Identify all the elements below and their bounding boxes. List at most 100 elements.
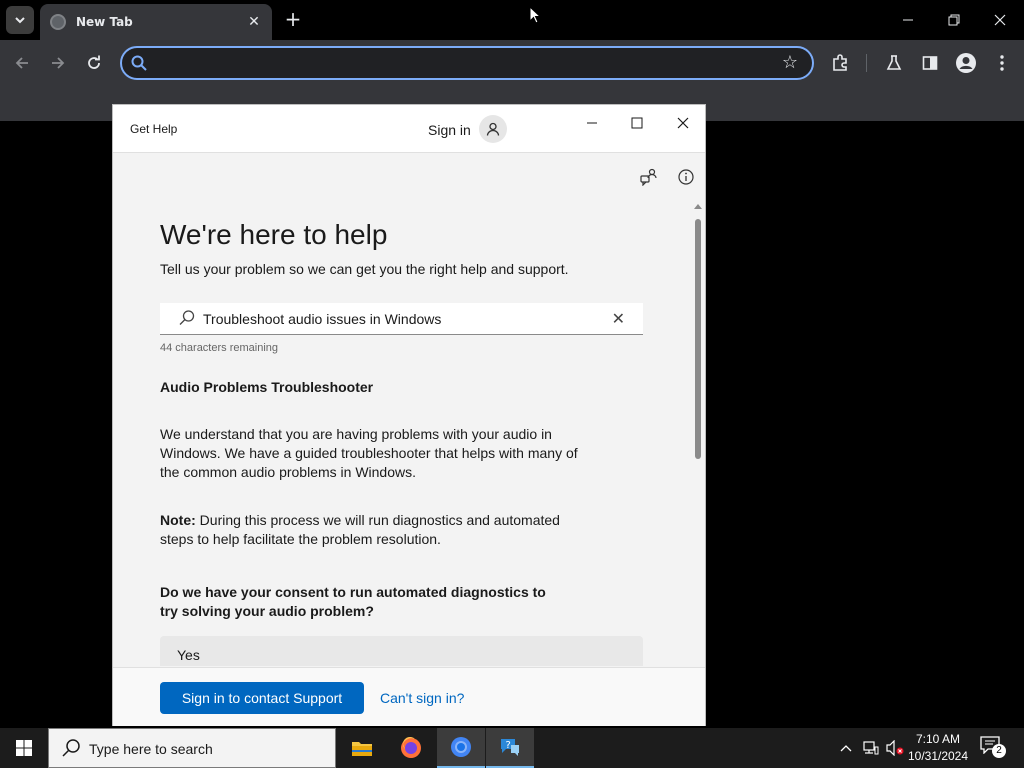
chat-people-icon bbox=[640, 168, 657, 186]
scroll-up-arrow-icon[interactable] bbox=[694, 203, 702, 209]
firefox-icon bbox=[401, 737, 421, 758]
network-tray-icon[interactable] bbox=[861, 738, 881, 758]
close-icon bbox=[677, 117, 689, 129]
info-icon bbox=[678, 169, 694, 185]
profile-avatar-icon bbox=[956, 53, 976, 73]
mouse-cursor-icon bbox=[529, 6, 541, 24]
maximize-icon bbox=[631, 117, 643, 129]
address-bar[interactable]: ☆ bbox=[120, 46, 814, 80]
problem-search-field[interactable]: Troubleshoot audio issues in Windows ✕ bbox=[160, 303, 643, 335]
back-button[interactable] bbox=[8, 49, 36, 77]
scrollbar-thumb[interactable] bbox=[695, 219, 701, 459]
chevron-up-icon bbox=[840, 745, 852, 752]
community-button[interactable] bbox=[637, 165, 661, 189]
help-footer: Sign in to contact Support Can't sign in… bbox=[113, 667, 705, 726]
start-button[interactable] bbox=[0, 728, 48, 768]
side-panel-icon bbox=[922, 56, 938, 70]
note-paragraph: Note: During this process we will run di… bbox=[160, 511, 590, 549]
page-subtitle: Tell us your problem so we can get you t… bbox=[160, 261, 569, 277]
maximize-button[interactable] bbox=[625, 111, 649, 135]
browser-minimize-button[interactable] bbox=[885, 0, 931, 40]
tab-title: New Tab bbox=[76, 15, 133, 29]
flask-icon bbox=[886, 55, 902, 70]
help-content: We're here to help Tell us your problem … bbox=[160, 217, 650, 666]
side-panel-button[interactable] bbox=[916, 49, 944, 77]
search-icon bbox=[61, 738, 81, 762]
bookmark-star-icon[interactable]: ☆ bbox=[782, 52, 798, 73]
arrow-left-icon bbox=[15, 57, 28, 69]
consent-question: Do we have your consent to run automated… bbox=[160, 584, 546, 619]
taskbar-search-box[interactable]: Type here to search bbox=[48, 728, 336, 768]
content-scrollbar[interactable] bbox=[693, 201, 703, 725]
browser-toolbar: ☆ bbox=[0, 40, 1024, 86]
page-title: We're here to help bbox=[160, 219, 388, 250]
extensions-button[interactable] bbox=[826, 49, 854, 77]
svg-text:?: ? bbox=[506, 740, 511, 751]
clear-search-icon[interactable]: ✕ bbox=[612, 309, 625, 329]
browser-close-button[interactable] bbox=[977, 0, 1023, 40]
volume-tray-icon[interactable] bbox=[885, 738, 905, 758]
close-icon bbox=[994, 14, 1006, 26]
windows-logo-icon bbox=[16, 740, 32, 756]
browser-menu-button[interactable] bbox=[988, 49, 1016, 77]
yes-option-button[interactable]: Yes bbox=[160, 636, 643, 666]
yes-option-label: Yes bbox=[177, 647, 200, 663]
taskbar-clock[interactable]: 7:10 AM 10/31/2024 bbox=[906, 731, 970, 765]
arrow-right-icon bbox=[52, 57, 65, 69]
minimize-button[interactable] bbox=[580, 111, 604, 135]
note-label: Note: bbox=[160, 512, 196, 528]
restore-icon bbox=[948, 14, 960, 26]
labs-button[interactable] bbox=[880, 49, 908, 77]
new-tab-button[interactable]: + bbox=[282, 8, 304, 32]
clock-date: 10/31/2024 bbox=[907, 749, 969, 763]
search-icon bbox=[178, 309, 196, 332]
notification-count-badge: 2 bbox=[992, 744, 1006, 758]
person-icon bbox=[486, 122, 500, 136]
info-button[interactable] bbox=[674, 165, 698, 189]
close-button[interactable] bbox=[671, 111, 695, 135]
windows-taskbar: Type here to search ? 7:10 AM 10/31/2024… bbox=[0, 728, 1024, 768]
account-avatar[interactable] bbox=[479, 115, 507, 143]
reload-icon bbox=[88, 55, 100, 69]
get-help-app[interactable]: ? bbox=[486, 728, 534, 768]
cant-sign-in-link[interactable]: Can't sign in? bbox=[380, 690, 464, 706]
browser-tabstrip: New Tab ✕ + bbox=[0, 0, 1024, 40]
file-explorer-app[interactable] bbox=[338, 728, 386, 768]
search-query-text[interactable]: Troubleshoot audio issues in Windows bbox=[203, 311, 441, 327]
forward-button[interactable] bbox=[44, 49, 72, 77]
browser-restore-button[interactable] bbox=[931, 0, 977, 40]
taskbar-search-placeholder: Type here to search bbox=[89, 741, 213, 757]
address-input[interactable] bbox=[156, 52, 756, 74]
toolbar-divider bbox=[866, 54, 867, 72]
show-hidden-icons-button[interactable] bbox=[836, 738, 856, 758]
kebab-menu-icon bbox=[1000, 55, 1004, 71]
chrome-icon bbox=[451, 737, 471, 757]
action-center-button[interactable]: 2 bbox=[980, 736, 1008, 760]
troubleshooter-description: We understand that you are having proble… bbox=[160, 426, 578, 480]
chrome-app[interactable] bbox=[437, 728, 485, 768]
note-text: During this process we will run diagnost… bbox=[160, 512, 560, 547]
tab-close-icon[interactable]: ✕ bbox=[242, 14, 266, 30]
sign-in-link[interactable]: Sign in bbox=[428, 122, 471, 138]
clock-time: 7:10 AM bbox=[915, 732, 961, 746]
globe-icon bbox=[50, 14, 66, 30]
get-help-window: Get Help Sign in We're here to help Tell… bbox=[112, 104, 706, 726]
network-icon bbox=[863, 741, 879, 755]
firefox-app[interactable] bbox=[387, 728, 435, 768]
minimize-icon bbox=[903, 19, 913, 21]
speaker-muted-icon bbox=[886, 740, 904, 756]
sign-in-contact-support-button[interactable]: Sign in to contact Support bbox=[160, 682, 364, 714]
minimize-icon bbox=[587, 122, 597, 124]
help-chat-icon: ? bbox=[501, 739, 519, 756]
get-help-titlebar: Get Help Sign in bbox=[113, 105, 705, 153]
profile-button[interactable] bbox=[952, 49, 980, 77]
tab-new-tab[interactable]: New Tab ✕ bbox=[40, 4, 272, 40]
folder-icon bbox=[352, 742, 372, 756]
reload-button[interactable] bbox=[80, 49, 108, 77]
characters-remaining: 44 characters remaining bbox=[160, 342, 279, 354]
app-title: Get Help bbox=[130, 122, 178, 136]
tab-search-button[interactable] bbox=[6, 6, 34, 34]
puzzle-icon bbox=[833, 54, 847, 71]
chevron-down-icon bbox=[15, 17, 25, 24]
troubleshooter-title: Audio Problems Troubleshooter bbox=[160, 379, 374, 395]
